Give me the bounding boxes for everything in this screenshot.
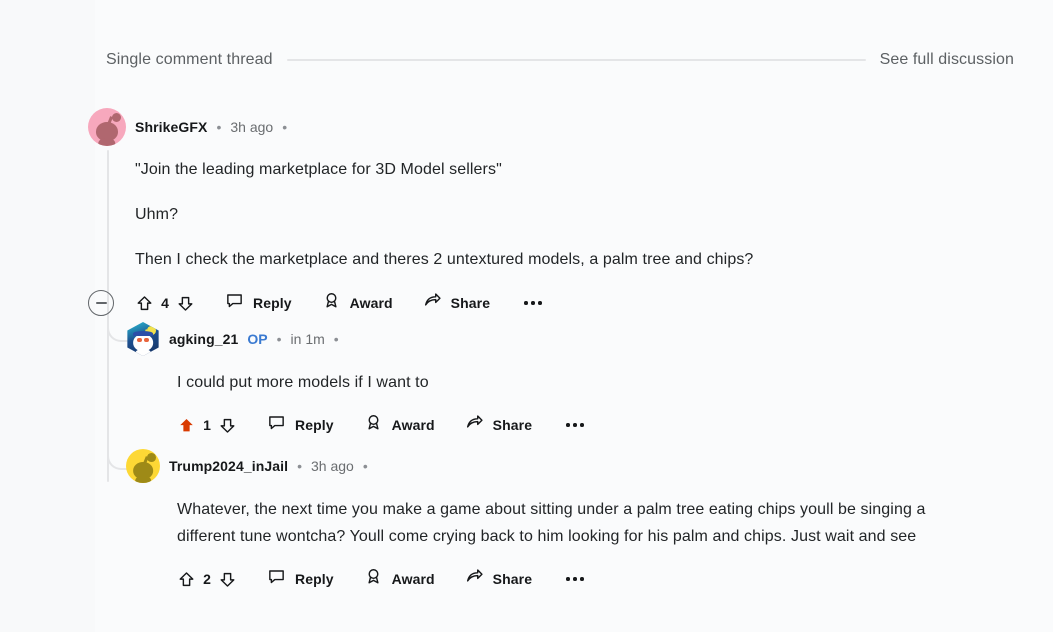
- comment-timestamp[interactable]: 3h ago: [311, 458, 354, 474]
- vote-group: 4: [135, 294, 195, 313]
- vote-score: 2: [203, 571, 211, 587]
- vote-group: 1: [177, 416, 237, 435]
- comment-bubble-icon: [267, 567, 286, 591]
- award-button[interactable]: Award: [364, 413, 435, 437]
- vote-score: 1: [203, 417, 211, 433]
- comment-paragraph: Uhm?: [135, 206, 179, 223]
- award-button[interactable]: Award: [364, 567, 435, 591]
- more-dot-icon: [538, 301, 542, 305]
- share-arrow-icon: [465, 567, 484, 591]
- comment-paragraph: "Join the leading marketplace for 3D Mod…: [135, 161, 502, 178]
- share-label: Share: [492, 571, 533, 587]
- snoo-eye-icon: [137, 337, 142, 343]
- reply-button[interactable]: Reply: [225, 291, 292, 315]
- see-full-discussion-link[interactable]: See full discussion: [880, 51, 1014, 69]
- comment-author[interactable]: Trump2024_inJail: [169, 458, 288, 474]
- comment-action-bar: 4 Reply Award Share: [88, 287, 1028, 319]
- comment-thread-page: Single comment thread See full discussio…: [0, 0, 1053, 632]
- snoo-bulb-icon: [111, 112, 122, 123]
- reply-button[interactable]: Reply: [267, 413, 334, 437]
- comment-bubble-icon: [225, 291, 244, 315]
- comment-timestamp[interactable]: 3h ago: [230, 119, 273, 135]
- meta-separator: •: [282, 119, 288, 135]
- vote-score: 4: [161, 295, 169, 311]
- comment-item: agking_21 OP • in 1m • I could put more …: [126, 320, 1026, 441]
- avatar[interactable]: [127, 322, 159, 356]
- comment-author[interactable]: ShrikeGFX: [135, 119, 207, 135]
- page-title: Single comment thread: [106, 51, 273, 68]
- header-divider: [286, 59, 866, 61]
- award-label: Award: [391, 417, 435, 433]
- reply-label: Reply: [253, 295, 292, 311]
- share-button[interactable]: Share: [465, 413, 532, 437]
- minus-icon: [95, 302, 107, 304]
- more-dot-icon: [580, 423, 584, 427]
- award-icon: [364, 567, 383, 591]
- comment-action-bar: 2 Reply Award Share: [126, 563, 1026, 595]
- comment-body: I could put more models if I want to: [126, 358, 1026, 396]
- comment-header: ShrikeGFX • 3h ago •: [88, 108, 1028, 146]
- meta-separator: •: [216, 119, 222, 135]
- vote-group: 2: [177, 570, 237, 589]
- more-dot-icon: [531, 301, 535, 305]
- comment-paragraph: Whatever, the next time you make a game …: [177, 501, 926, 545]
- meta-separator: •: [297, 458, 303, 474]
- award-icon: [322, 291, 341, 315]
- more-dot-icon: [566, 577, 570, 581]
- avatar[interactable]: [126, 449, 160, 483]
- more-dot-icon: [573, 423, 577, 427]
- meta-separator: •: [276, 331, 282, 347]
- snoo-body-icon: [135, 475, 151, 483]
- downvote-button[interactable]: [218, 570, 237, 589]
- award-label: Award: [391, 571, 435, 587]
- upvote-button[interactable]: [135, 294, 154, 313]
- collapse-thread-button[interactable]: [88, 290, 114, 316]
- snoo-eye-icon: [144, 337, 149, 343]
- comment-item: Trump2024_inJail • 3h ago • Whatever, th…: [126, 447, 1026, 595]
- snoo-body-icon: [135, 348, 151, 356]
- share-label: Share: [492, 417, 533, 433]
- comment-action-bar: 1 Reply Award Share: [126, 409, 1026, 441]
- snoo-bulb-icon: [147, 453, 156, 462]
- comment-bubble-icon: [267, 413, 286, 437]
- upvote-button[interactable]: [177, 570, 196, 589]
- avatar[interactable]: [88, 108, 126, 146]
- award-icon: [364, 413, 383, 437]
- comment-paragraph: Then I check the marketplace and theres …: [135, 251, 754, 268]
- meta-separator: •: [333, 331, 339, 347]
- more-options-button[interactable]: [522, 297, 544, 309]
- share-label: Share: [450, 295, 491, 311]
- comment-item: ShrikeGFX • 3h ago • "Join the leading m…: [88, 108, 1028, 319]
- reply-label: Reply: [295, 571, 334, 587]
- op-badge[interactable]: OP: [247, 331, 267, 347]
- comment-timestamp[interactable]: in 1m: [291, 331, 325, 347]
- comment-author[interactable]: agking_21: [169, 331, 238, 347]
- share-arrow-icon: [465, 413, 484, 437]
- meta-separator: •: [362, 458, 368, 474]
- more-dot-icon: [580, 577, 584, 581]
- more-dot-icon: [566, 423, 570, 427]
- thread-header: Single comment thread See full discussio…: [106, 46, 1014, 74]
- downvote-button[interactable]: [218, 416, 237, 435]
- award-button[interactable]: Award: [322, 291, 393, 315]
- share-arrow-icon: [423, 291, 442, 315]
- comment-body: "Join the leading marketplace for 3D Mod…: [88, 146, 1028, 273]
- snoo-hat-icon: [133, 330, 153, 337]
- award-label: Award: [349, 295, 393, 311]
- comment-header: Trump2024_inJail • 3h ago •: [126, 447, 1026, 485]
- more-options-button[interactable]: [564, 419, 586, 431]
- comment-body: Whatever, the next time you make a game …: [126, 485, 986, 550]
- upvote-button[interactable]: [177, 416, 196, 435]
- reply-label: Reply: [295, 417, 334, 433]
- share-button[interactable]: Share: [465, 567, 532, 591]
- share-button[interactable]: Share: [423, 291, 490, 315]
- reply-button[interactable]: Reply: [267, 567, 334, 591]
- comment-header: agking_21 OP • in 1m •: [126, 320, 1026, 358]
- more-dot-icon: [524, 301, 528, 305]
- comment-paragraph: I could put more models if I want to: [177, 374, 429, 391]
- more-dot-icon: [573, 577, 577, 581]
- more-options-button[interactable]: [564, 573, 586, 585]
- downvote-button[interactable]: [176, 294, 195, 313]
- snoo-body-icon: [98, 137, 116, 146]
